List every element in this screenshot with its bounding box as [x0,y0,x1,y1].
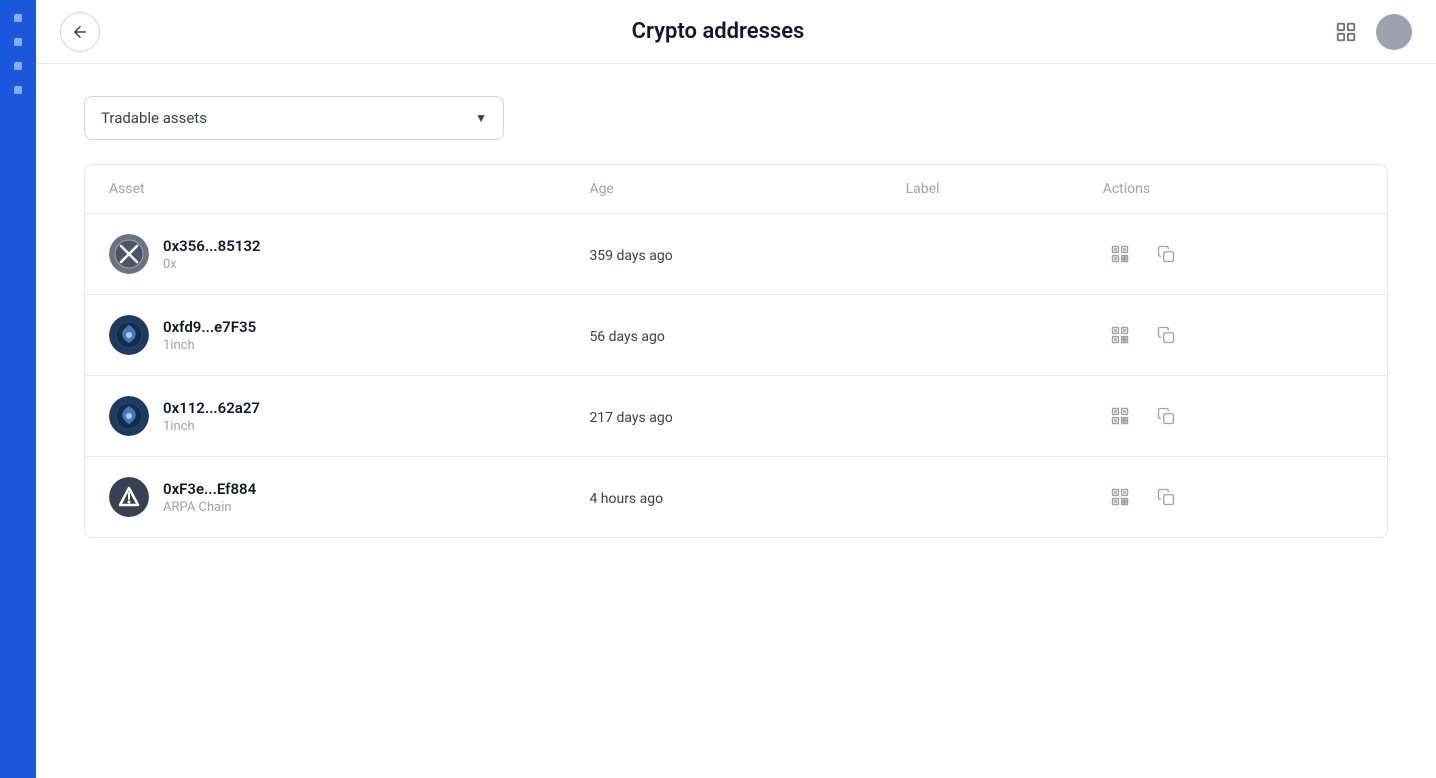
asset-network-3: ARPA Chain [163,500,256,515]
age-cell-2: 217 days ago [565,376,881,457]
qr-code-button-2[interactable] [1103,399,1137,433]
asset-info-2: 0x112...62a27 1inch [109,396,541,436]
asset-icon-1 [109,315,149,355]
asset-text-1: 0xfd9...e7F35 1inch [163,318,256,353]
actions-cell-3 [1079,457,1387,538]
table-header-row: Asset Age Label Actions [85,165,1387,214]
asset-address-3: 0xF3e...Ef884 [163,480,256,498]
addresses-table: Asset Age Label Actions 0x356...85132 0x [85,165,1387,537]
actions-container-3 [1103,480,1363,514]
age-value-2: 217 days ago [589,410,672,426]
header: Crypto addresses [36,0,1436,64]
sidebar-item-2 [14,38,22,46]
content: Tradable assets ▼ Asset Age Label Action… [36,64,1436,778]
col-header-age: Age [565,165,881,214]
asset-text-0: 0x356...85132 0x [163,237,261,272]
col-header-asset: Asset [85,165,565,214]
asset-cell-2: 0x112...62a27 1inch [85,376,565,457]
actions-cell-2 [1079,376,1387,457]
col-header-label: Label [882,165,1079,214]
filter-dropdown[interactable]: Tradable assets ▼ [84,96,504,140]
label-cell-0 [882,214,1079,295]
asset-address-0: 0x356...85132 [163,237,261,255]
sidebar [0,0,36,778]
asset-info-3: 0xF3e...Ef884 ARPA Chain [109,477,541,517]
back-button[interactable] [60,12,100,52]
asset-icon-3 [109,477,149,517]
label-cell-1 [882,295,1079,376]
actions-cell-0 [1079,214,1387,295]
col-header-actions: Actions [1079,165,1387,214]
age-cell-1: 56 days ago [565,295,881,376]
asset-cell-1: 0xfd9...e7F35 1inch [85,295,565,376]
copy-button-0[interactable] [1149,237,1183,271]
asset-icon-2 [109,396,149,436]
asset-network-0: 0x [163,257,261,272]
chevron-down-icon: ▼ [475,111,487,125]
asset-address-1: 0xfd9...e7F35 [163,318,256,336]
sidebar-item-4 [14,86,22,94]
label-cell-3 [882,457,1079,538]
table-row: 0xF3e...Ef884 ARPA Chain 4 hours ago [85,457,1387,538]
header-left [60,12,100,52]
avatar[interactable] [1376,14,1412,50]
actions-container-0 [1103,237,1363,271]
qr-code-button-0[interactable] [1103,237,1137,271]
qr-code-button-3[interactable] [1103,480,1137,514]
age-cell-3: 4 hours ago [565,457,881,538]
qr-code-button-1[interactable] [1103,318,1137,352]
table-row: 0x112...62a27 1inch 217 days ago [85,376,1387,457]
filter-container: Tradable assets ▼ [84,96,1388,140]
asset-text-3: 0xF3e...Ef884 ARPA Chain [163,480,256,515]
main-content: Crypto addresses Tradable assets ▼ [36,0,1436,778]
label-cell-2 [882,376,1079,457]
asset-network-2: 1inch [163,419,260,434]
actions-container-2 [1103,399,1363,433]
sidebar-item-1 [14,14,22,22]
header-right [1328,14,1412,50]
copy-button-1[interactable] [1149,318,1183,352]
copy-button-3[interactable] [1149,480,1183,514]
table-container: Asset Age Label Actions 0x356...85132 0x [84,164,1388,538]
actions-cell-1 [1079,295,1387,376]
filter-selected-label: Tradable assets [101,109,207,127]
asset-info-0: 0x356...85132 0x [109,234,541,274]
age-value-1: 56 days ago [589,329,664,345]
asset-cell-3: 0xF3e...Ef884 ARPA Chain [85,457,565,538]
age-value-0: 359 days ago [589,248,672,264]
grid-icon[interactable] [1328,14,1364,50]
asset-network-1: 1inch [163,338,256,353]
actions-container-1 [1103,318,1363,352]
table-row: 0xfd9...e7F35 1inch 56 days ago [85,295,1387,376]
page-title: Crypto addresses [632,19,805,44]
asset-cell-0: 0x356...85132 0x [85,214,565,295]
sidebar-item-3 [14,62,22,70]
asset-text-2: 0x112...62a27 1inch [163,399,260,434]
age-value-3: 4 hours ago [589,491,663,507]
asset-info-1: 0xfd9...e7F35 1inch [109,315,541,355]
copy-button-2[interactable] [1149,399,1183,433]
age-cell-0: 359 days ago [565,214,881,295]
table-row: 0x356...85132 0x 359 days ago [85,214,1387,295]
asset-icon-0 [109,234,149,274]
asset-address-2: 0x112...62a27 [163,399,260,417]
